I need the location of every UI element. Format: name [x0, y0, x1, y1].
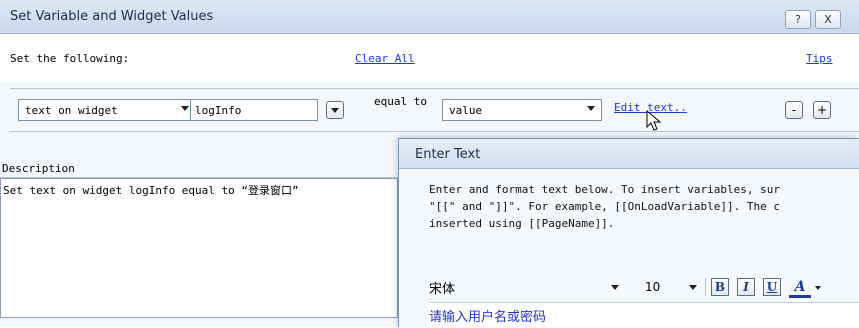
help-icon: ?: [795, 13, 801, 26]
italic-icon: I: [743, 280, 749, 294]
widget-picker-button[interactable]: [326, 101, 344, 119]
set-variable-dialog: Set Variable and Widget Values ? X Set t…: [0, 0, 859, 328]
description-text-area: Set text on widget logInfo equal to “登录窗…: [0, 178, 398, 318]
text-editor-area[interactable]: 请输入用户名或密码: [429, 302, 859, 328]
instruction-line-1: Enter and format text below. To insert v…: [429, 183, 780, 196]
assignment-row: text on widget logInfo equal to value Ed…: [10, 88, 859, 132]
text-color-button[interactable]: A: [789, 278, 811, 298]
chevron-down-icon: [587, 106, 595, 111]
title-bar: Set Variable and Widget Values ? X: [0, 0, 859, 34]
italic-button[interactable]: I: [737, 278, 755, 296]
dialog-title: Set Variable and Widget Values: [10, 9, 214, 24]
enter-text-title: Enter Text: [415, 147, 481, 162]
widget-name-field[interactable]: logInfo: [190, 99, 318, 121]
target-type-value: text on widget: [25, 103, 118, 117]
enter-text-title-bar: Enter Text: [399, 139, 859, 169]
instruction-line-2: "[[" and "]]". For example, [[OnLoadVari…: [429, 200, 780, 213]
target-type-select[interactable]: text on widget: [18, 99, 196, 121]
close-button[interactable]: X: [815, 10, 841, 29]
font-family-value: 宋体: [429, 281, 456, 297]
chevron-down-icon: [331, 107, 339, 113]
editor-content: 请输入用户名或密码: [429, 310, 547, 325]
value-type-select[interactable]: value: [442, 99, 602, 121]
help-button[interactable]: ?: [785, 10, 811, 29]
tips-link[interactable]: Tips: [806, 52, 833, 65]
close-icon: X: [824, 13, 832, 26]
instruction-line-3: inserted using [[PageName]].: [429, 217, 615, 230]
underline-button[interactable]: U: [763, 278, 781, 296]
font-size-value: 10: [645, 280, 661, 294]
add-row-button[interactable]: +: [813, 101, 831, 119]
widget-name-value: logInfo: [195, 103, 242, 117]
value-type-value: value: [449, 103, 483, 117]
set-following-label: Set the following:: [10, 52, 130, 65]
plus-icon: +: [816, 103, 828, 117]
bold-icon: B: [714, 280, 726, 294]
chevron-down-icon: [181, 106, 189, 111]
bold-button[interactable]: B: [711, 278, 729, 296]
clear-all-link[interactable]: Clear All: [355, 52, 415, 65]
font-family-select[interactable]: 宋体: [429, 276, 619, 298]
description-text: Set text on widget logInfo equal to “登录窗…: [3, 184, 299, 197]
chevron-down-icon: [815, 286, 821, 290]
font-size-select[interactable]: 10: [645, 276, 697, 298]
equal-to-label: equal to: [374, 95, 427, 108]
chevron-down-icon: [689, 285, 697, 290]
remove-row-button[interactable]: -: [785, 101, 803, 119]
description-label: Description: [2, 162, 75, 175]
chevron-down-icon: [611, 285, 619, 290]
text-color-icon: A: [794, 278, 806, 295]
mouse-pointer-icon: [646, 110, 662, 131]
minus-icon: -: [791, 103, 797, 117]
header-area: Set the following: Clear All Tips: [0, 34, 859, 82]
underline-icon: U: [766, 280, 778, 294]
enter-text-instructions: Enter and format text below. To insert v…: [429, 181, 859, 232]
description-header: Description: [0, 160, 398, 178]
enter-text-dialog: Enter Text Enter and format text below. …: [398, 138, 859, 328]
toolbar-divider: [705, 278, 706, 296]
format-toolbar: 宋体 10 B I U A: [429, 276, 859, 300]
